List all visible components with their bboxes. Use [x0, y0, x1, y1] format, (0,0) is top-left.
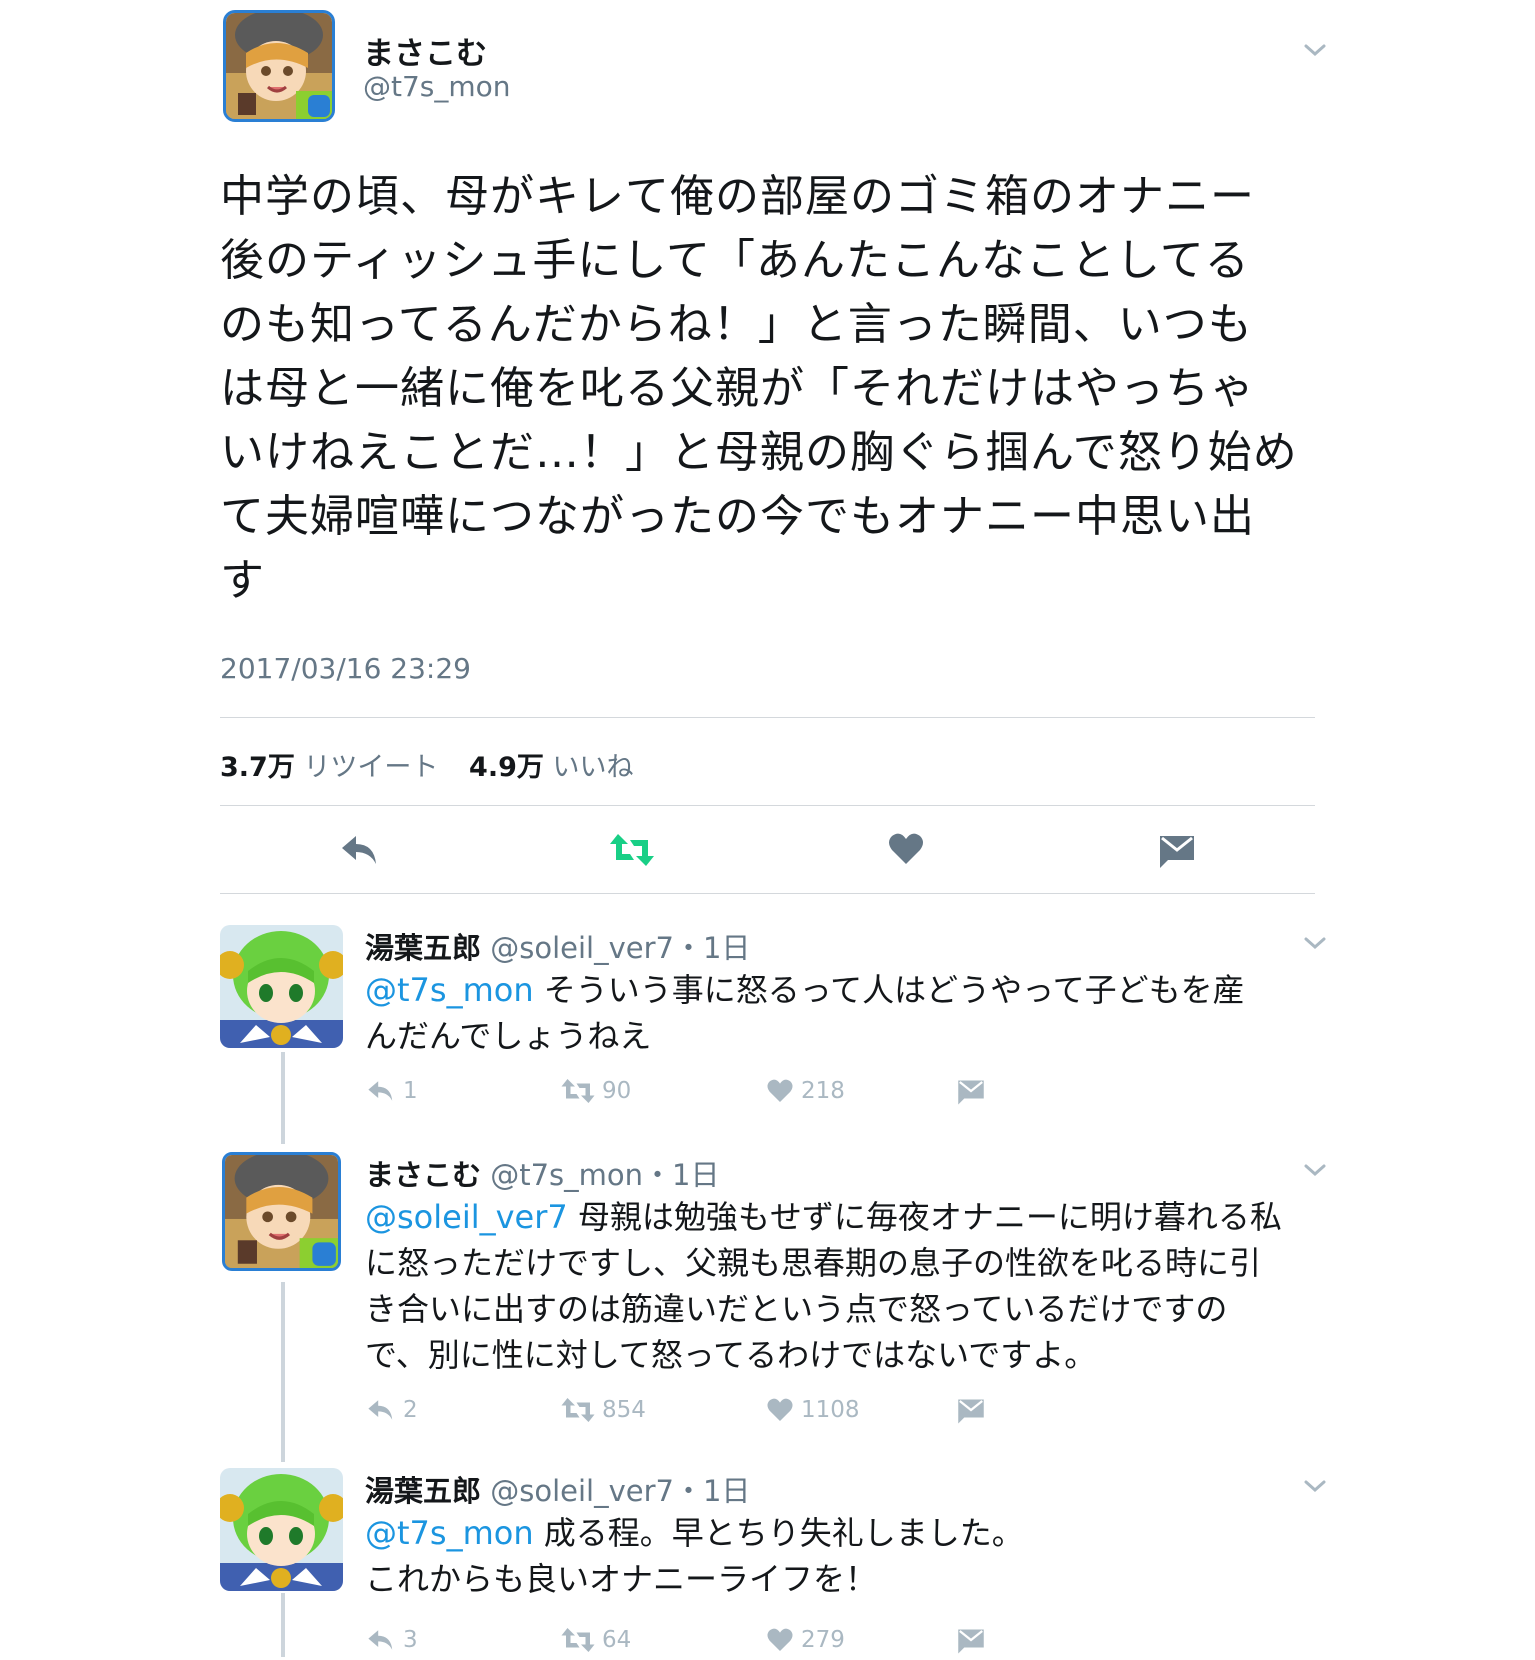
tweet-stats: 3.7万 リツイート 4.9万 いいね	[220, 745, 633, 784]
tweet-text-line: 中学の頃、母がキレて俺の部屋のゴミ箱のオナニー	[220, 171, 1255, 222]
like-button[interactable]: 218	[765, 1071, 845, 1111]
tweet-text-line: のも知ってるんだからね！」と言った瞬間、いつも	[220, 299, 1253, 350]
retweet-button[interactable]: 90	[560, 1071, 631, 1111]
divider	[220, 893, 1315, 894]
chevron-down-icon[interactable]	[1300, 1476, 1330, 1496]
tweet-text-line: す	[220, 555, 265, 606]
reply-text-line: 成る程。早とちり失礼しました。	[533, 1514, 1024, 1552]
dm-icon	[958, 1629, 984, 1654]
divider	[220, 717, 1315, 718]
tweet-timestamp[interactable]: 2017/03/16 23:29	[220, 652, 471, 685]
tweet-text-line: 後のティッシュ手にして「あんたこんなことしてる	[220, 235, 1250, 286]
author-name[interactable]: まさこむ	[363, 28, 487, 73]
thread-connector	[281, 1593, 285, 1657]
thread-connector	[281, 1052, 285, 1144]
mention-link[interactable]: @soleil_ver7	[365, 1198, 568, 1236]
dm-icon	[958, 1399, 984, 1424]
like-button[interactable]: 1108	[765, 1390, 860, 1430]
dm-button[interactable]	[955, 1071, 993, 1111]
reply-actions: 2 854 1108	[365, 1390, 1015, 1430]
reply-button[interactable]: 3	[365, 1620, 418, 1660]
retweet-label[interactable]: リツイート	[303, 752, 438, 783]
dm-button[interactable]	[955, 1390, 993, 1430]
reply-count: 1	[403, 1078, 418, 1104]
mention-link[interactable]: @t7s_mon	[365, 971, 534, 1009]
tweet-actions	[220, 820, 1315, 880]
reply-actions: 3 64 279	[365, 1620, 1015, 1660]
like-count: 218	[801, 1078, 845, 1104]
divider	[220, 805, 1315, 806]
like-count: 279	[801, 1627, 845, 1653]
tweet-text: 中学の頃、母がキレて俺の部屋のゴミ箱のオナニー 後のティッシュ手にして「あんたこ…	[220, 165, 1315, 613]
like-icon	[767, 1398, 793, 1422]
author-handle[interactable]: @t7s_mon	[363, 70, 511, 103]
dm-icon	[958, 1080, 984, 1105]
reply-text-line: き合いに出すのは筋違いだという点で怒っているだけですの	[365, 1290, 1228, 1328]
tweet-text-line: て夫婦喧嘩につながったの今でもオナニー中思い出	[220, 491, 1255, 542]
reply-icon	[368, 1081, 393, 1101]
like-icon[interactable]	[886, 830, 930, 870]
reply-author-name[interactable]: 湯葉五郎	[365, 931, 481, 965]
tweet-text-line: いけねえことだ…！」と母親の胸ぐら掴んで怒り始め	[220, 427, 1298, 478]
reply-author-name[interactable]: まさこむ	[365, 1158, 481, 1192]
reply-text-line: で、別に性に対して怒ってるわけではないですよ。	[365, 1336, 1097, 1374]
reply-text: @t7s_mon そういう事に怒るって人はどうやって子どもを産 んだんでしょうね…	[365, 967, 1315, 1059]
retweet-button[interactable]: 64	[560, 1620, 631, 1660]
retweet-icon[interactable]	[608, 830, 654, 870]
like-icon	[767, 1628, 793, 1652]
tweet-thread: まさこむ @t7s_mon 中学の頃、母がキレて俺の部屋のゴミ箱のオナニー 後の…	[220, 0, 1326, 1660]
author-avatar[interactable]	[223, 10, 335, 122]
chevron-down-icon[interactable]	[1300, 1160, 1330, 1180]
reply-text-line: そういう事に怒るって人はどうやって子どもを産	[533, 971, 1245, 1009]
reply-author-handle[interactable]: @soleil_ver7	[490, 931, 674, 965]
retweet-count: 854	[602, 1397, 646, 1423]
like-button[interactable]: 279	[765, 1620, 845, 1660]
reply-author-handle[interactable]: @t7s_mon	[490, 1158, 643, 1192]
chevron-down-icon[interactable]	[1300, 40, 1330, 60]
dm-icon[interactable]	[1156, 830, 1200, 870]
reply-button[interactable]: 2	[365, 1390, 418, 1430]
reply-text: @t7s_mon 成る程。早とちり失礼しました。 これからも良いオナニーライフを…	[365, 1510, 1315, 1602]
retweet-icon	[561, 1079, 595, 1103]
reply-icon[interactable]	[338, 830, 382, 870]
reply-avatar[interactable]	[220, 1468, 343, 1591]
reply-avatar[interactable]	[222, 1152, 341, 1271]
reply-time[interactable]: ・1日	[643, 1158, 719, 1192]
retweet-count[interactable]: 3.7万	[220, 752, 295, 783]
tweet-text-line: は母と一緒に俺を叱る父親が「それだけはやっちゃ	[220, 363, 1255, 414]
reply-button[interactable]: 1	[365, 1071, 418, 1111]
reply-author-name[interactable]: 湯葉五郎	[365, 1474, 481, 1508]
reply-count: 3	[403, 1627, 418, 1653]
reply-avatar[interactable]	[220, 925, 343, 1048]
like-label[interactable]: いいね	[552, 752, 633, 783]
thread-connector	[281, 1282, 285, 1462]
retweet-count: 90	[602, 1078, 632, 1104]
reply-time[interactable]: ・1日	[674, 1474, 750, 1508]
reply-author-handle[interactable]: @soleil_ver7	[490, 1474, 674, 1508]
reply-text-line: 母親は勉強もせずに毎夜オナニーに明け暮れる私	[567, 1198, 1282, 1236]
retweet-icon	[561, 1398, 595, 1422]
chevron-down-icon[interactable]	[1300, 933, 1330, 953]
retweet-button[interactable]: 854	[560, 1390, 646, 1430]
reply-header: 湯葉五郎 @soleil_ver7・1日	[365, 1468, 750, 1510]
reply-text-line: に怒っただけですし、父親も思春期の息子の性欲を叱る時に引	[365, 1244, 1262, 1282]
reply-actions: 1 90 218	[365, 1071, 1015, 1111]
reply-text-line: んだんでしょうねえ	[365, 1017, 652, 1055]
retweet-icon	[561, 1628, 595, 1652]
mention-link[interactable]: @t7s_mon	[365, 1514, 534, 1552]
like-count: 1108	[801, 1397, 860, 1423]
like-count[interactable]: 4.9万	[469, 752, 544, 783]
reply-time[interactable]: ・1日	[674, 931, 750, 965]
reply-header: 湯葉五郎 @soleil_ver7・1日	[365, 925, 750, 967]
reply-text-line: これからも良いオナニーライフを！	[365, 1560, 878, 1598]
reply-text: @soleil_ver7 母親は勉強もせずに毎夜オナニーに明け暮れる私 に怒った…	[365, 1194, 1315, 1378]
reply-count: 2	[403, 1397, 418, 1423]
reply-icon	[368, 1400, 393, 1420]
reply-icon	[368, 1630, 393, 1650]
retweet-count: 64	[602, 1627, 632, 1653]
dm-button[interactable]	[955, 1620, 993, 1660]
reply-header: まさこむ @t7s_mon・1日	[365, 1152, 720, 1194]
like-icon	[767, 1079, 793, 1103]
